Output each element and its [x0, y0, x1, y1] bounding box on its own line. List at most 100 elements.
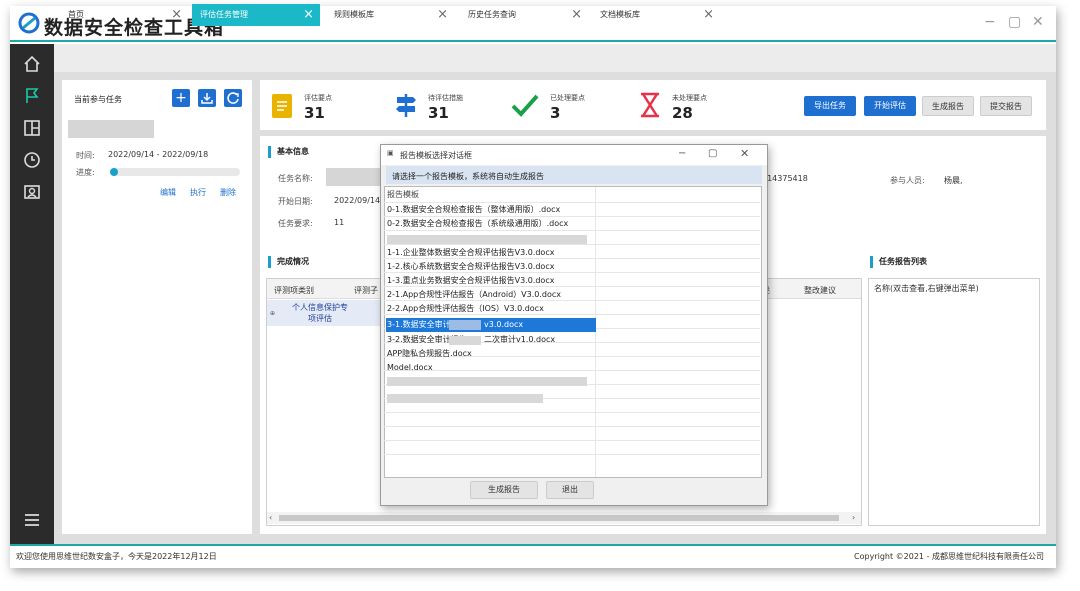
signpost-icon: [394, 92, 418, 118]
list-item-suffix: 二次审计v1.0.docx: [484, 335, 556, 344]
stat-value: 28: [672, 104, 693, 122]
tab-doc-templates[interactable]: 文档模板库 ×: [592, 4, 720, 26]
column-header: 评测子: [354, 286, 378, 295]
document-icon: [272, 94, 292, 118]
person-card-icon[interactable]: [22, 182, 42, 202]
stat-label: 未处理要点: [672, 94, 707, 102]
export-task-button[interactable]: 导出任务: [804, 96, 856, 116]
redacted-item[interactable]: [387, 377, 587, 386]
progress-fill: [110, 168, 118, 176]
copyright-text: Copyright ©2021 - 成都思维世纪科技有限责任公司: [854, 552, 1044, 561]
welcome-text: 欢迎您使用思维世纪数安盒子，今天是2022年12月12日: [16, 552, 217, 561]
sidebar: [10, 44, 54, 544]
dialog-hint: 请选择一个报告模板，系统将自动生成报告: [392, 172, 544, 181]
minimize-button[interactable]: −: [984, 14, 996, 30]
import-icon[interactable]: [198, 89, 216, 107]
dialog-app-icon: ▣: [387, 149, 394, 157]
add-icon[interactable]: +: [172, 89, 190, 107]
list-item[interactable]: 0-2.数据安全合规检查报告（系统级通用版）.docx: [387, 217, 595, 231]
row-category: 个人信息保护专项评估: [292, 303, 348, 323]
dialog-minimize-button[interactable]: −: [678, 148, 686, 159]
tab-label: 文档模板库: [600, 10, 640, 19]
list-item[interactable]: APP隐私合规报告.docx: [387, 347, 595, 361]
menu-icon[interactable]: [22, 510, 42, 530]
dialog-maximize-button[interactable]: ▢: [708, 148, 717, 159]
generate-report-button[interactable]: 生成报告: [922, 96, 974, 116]
panel-title: 当前参与任务: [74, 95, 122, 104]
submit-report-button[interactable]: 提交报告: [980, 96, 1032, 116]
list-item[interactable]: 1-3.重点业务数据安全合规评估报告V3.0.docx: [387, 274, 595, 288]
column-header: 整改建议: [804, 286, 836, 295]
stat-label: 评估要点: [304, 94, 332, 102]
column-divider: [595, 187, 596, 477]
close-icon[interactable]: ×: [571, 4, 582, 26]
tab-bar: [54, 44, 1056, 72]
task-req-label: 任务要求:: [278, 219, 313, 228]
edit-link[interactable]: 编辑: [160, 187, 176, 198]
tab-label: 规则模板库: [334, 10, 374, 19]
progress-label: 进度:: [76, 168, 95, 177]
flag-icon[interactable]: [22, 86, 42, 106]
completion-title: 完成情况: [268, 256, 309, 268]
list-header: 报告模板: [387, 190, 419, 199]
close-icon[interactable]: ×: [171, 4, 182, 26]
delete-link[interactable]: 删除: [220, 187, 236, 198]
report-list[interactable]: [868, 278, 1040, 526]
task-name-redacted[interactable]: [68, 120, 154, 138]
list-item[interactable]: Model.docx: [387, 361, 595, 375]
refresh-icon[interactable]: [224, 89, 242, 107]
redacted-text: [449, 336, 481, 345]
progress-bar: [110, 168, 240, 176]
dialog-exit-button[interactable]: 退出: [546, 481, 594, 499]
list-item[interactable]: 0-1.数据安全合规检查报告（整体通用版）.docx: [387, 203, 595, 217]
time-value: 2022/09/14 - 2022/09/18: [108, 150, 209, 159]
tab-rule-templates[interactable]: 规则模板库 ×: [326, 4, 454, 26]
tab-home[interactable]: 首页 ×: [60, 4, 188, 26]
close-button[interactable]: ✕: [1032, 14, 1044, 30]
checkmark-icon: [510, 92, 540, 118]
scroll-left-icon[interactable]: ‹: [269, 513, 272, 522]
home-icon[interactable]: [22, 54, 42, 74]
current-task-panel: [62, 80, 252, 534]
dialog-close-button[interactable]: ✕: [740, 147, 749, 160]
maximize-button[interactable]: ▢: [1008, 14, 1021, 30]
expand-icon[interactable]: ⊕: [270, 310, 275, 317]
close-icon[interactable]: ×: [437, 4, 448, 26]
stat-value: 3: [550, 104, 561, 122]
redacted-item[interactable]: [387, 235, 587, 244]
layout-icon[interactable]: [22, 118, 42, 138]
tab-task-management[interactable]: 评估任务管理 ×: [192, 4, 320, 26]
close-icon[interactable]: ×: [303, 4, 314, 26]
stat-label: 待评估措施: [428, 94, 463, 102]
horizontal-scrollbar[interactable]: [267, 512, 861, 524]
basic-info-title: 基本信息: [268, 146, 309, 158]
tab-history[interactable]: 历史任务查询 ×: [460, 4, 588, 26]
hourglass-icon: [638, 92, 662, 118]
dialog-generate-button[interactable]: 生成报告: [470, 481, 538, 499]
dialog-title: 报告模板选择对话框: [400, 151, 472, 160]
stat-label: 已处理要点: [550, 94, 585, 102]
start-date-value: 2022/09/14: [334, 196, 381, 205]
task-req-value: 11: [334, 218, 345, 227]
list-item[interactable]: 2-1.App合规性评估报告（Android）V3.0.docx: [387, 288, 595, 302]
scrollbar-thumb[interactable]: [279, 515, 839, 521]
report-list-column: 名称(双击查看,右键弹出菜单): [874, 284, 979, 293]
list-item[interactable]: 1-2.核心系统数据安全合规评估报告V3.0.docx: [387, 260, 595, 274]
close-icon[interactable]: ×: [703, 4, 714, 26]
list-item[interactable]: 1-1.企业整体数据安全合规评估报告V3.0.docx: [387, 246, 595, 260]
list-item[interactable]: 2-2.App合规性评估报告（IOS）V3.0.docx: [387, 302, 595, 316]
scroll-right-icon[interactable]: ›: [852, 513, 855, 522]
execute-link[interactable]: 执行: [190, 187, 206, 198]
tab-label: 首页: [68, 10, 84, 19]
column-header: 评测项类别: [274, 286, 314, 295]
start-date-label: 开始日期:: [278, 197, 313, 206]
task-name-label: 任务名称:: [278, 174, 313, 183]
start-eval-button[interactable]: 开始评估: [864, 96, 916, 116]
participants-label: 参与人员:: [890, 176, 925, 185]
redacted-text: [449, 320, 481, 330]
redacted-item[interactable]: [387, 394, 543, 403]
task-name-field[interactable]: [326, 168, 386, 186]
selected-item-suffix: v3.0.docx: [484, 320, 524, 329]
report-list-title: 任务报告列表: [870, 256, 927, 268]
clock-icon[interactable]: [22, 150, 42, 170]
